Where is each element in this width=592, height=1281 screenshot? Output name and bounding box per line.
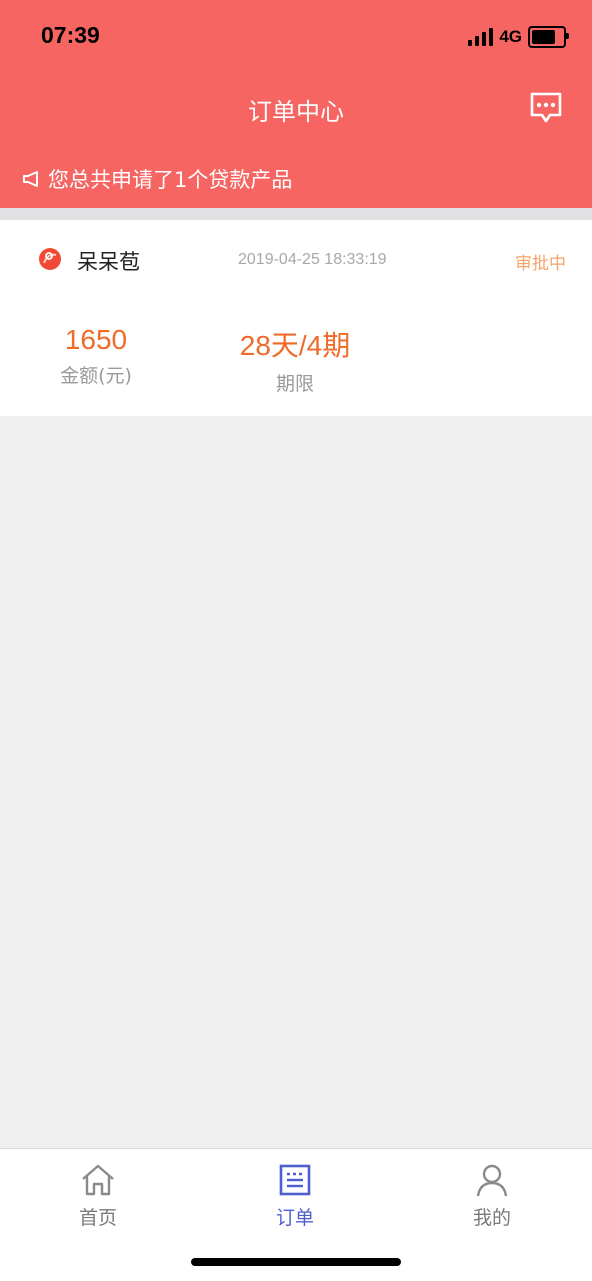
tab-home-label: 首页 <box>78 1207 117 1229</box>
header-bar: 07:39 4G 订单中心 您总共申请了1个贷款产品 <box>0 0 592 208</box>
status-indicators: 4G <box>468 26 569 48</box>
network-type: 4G <box>499 27 522 46</box>
chat-bubble-icon <box>530 92 562 123</box>
signal-icon <box>468 28 494 46</box>
product-logo-icon <box>39 248 61 270</box>
status-time: 07:39 <box>41 22 100 48</box>
tab-mine-label: 我的 <box>472 1207 511 1229</box>
amount-label: 金额(元) <box>60 365 132 387</box>
user-icon <box>476 1164 508 1197</box>
term-metric: 28天/4期 期限 <box>224 324 366 396</box>
tab-home[interactable]: 首页 <box>38 1163 158 1230</box>
tab-orders-label: 订单 <box>275 1207 314 1229</box>
amount-value: 1650 <box>64 324 128 355</box>
term-value: 28天/4期 <box>239 330 351 361</box>
battery-icon <box>528 26 569 48</box>
order-status: 审批中 <box>515 254 566 274</box>
tab-orders[interactable]: 订单 <box>235 1163 355 1230</box>
loan-notice: 您总共申请了1个贷款产品 <box>22 164 292 194</box>
tab-mine[interactable]: 我的 <box>432 1163 552 1230</box>
page-title: 订单中心 <box>248 98 344 126</box>
product-name: 呆呆苞 <box>77 250 140 274</box>
order-list-icon <box>279 1164 311 1196</box>
megaphone-icon <box>23 171 38 187</box>
home-indicator <box>191 1258 401 1266</box>
section-divider <box>0 208 592 220</box>
term-label: 期限 <box>275 373 314 395</box>
order-datetime: 2019-04-25 18:33:19 <box>238 251 387 268</box>
loan-notice-text: 您总共申请了1个贷款产品 <box>48 168 293 192</box>
message-button[interactable] <box>528 90 564 126</box>
home-icon <box>82 1164 114 1196</box>
amount-metric: 1650 金额(元) <box>46 324 146 388</box>
